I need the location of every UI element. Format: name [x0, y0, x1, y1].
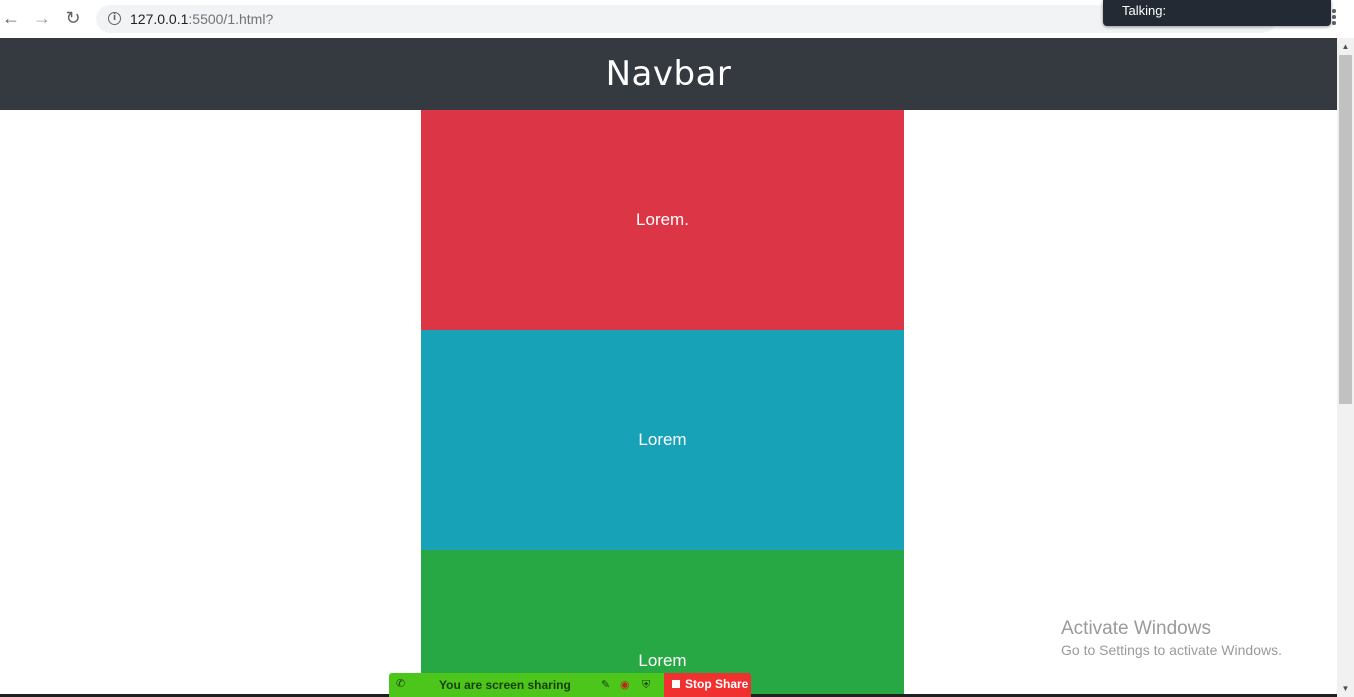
watermark-subtitle: Go to Settings to activate Windows.: [1061, 642, 1282, 658]
menu-icon[interactable]: [1332, 9, 1336, 29]
watermark-title: Activate Windows: [1061, 618, 1211, 639]
url-host: 127.0.0.1: [130, 11, 189, 27]
share-status-text: You are screen sharing: [439, 678, 571, 692]
url-text[interactable]: 127.0.0.1:5500/1.html?: [130, 11, 273, 27]
forward-icon[interactable]: →: [31, 7, 53, 29]
navbar: Navbar: [0, 38, 1337, 110]
scrollbar-thumb[interactable]: [1339, 55, 1352, 404]
stop-icon: [672, 680, 680, 688]
stop-share-button[interactable]: Stop Share: [664, 673, 751, 697]
navbar-title: Navbar: [605, 54, 732, 94]
red-block: Lorem.: [421, 110, 904, 330]
screen-share-bar: ✆ You are screen sharing ✎ ◉ ⛨ Stop Shar…: [389, 673, 751, 697]
url-path: :5500/1.html?: [188, 11, 274, 27]
shield-icon[interactable]: ⛨: [642, 678, 650, 692]
blue-block: Lorem: [421, 330, 904, 550]
record-icon[interactable]: ◉: [620, 678, 630, 692]
share-status-panel: ✆ You are screen sharing ✎ ◉ ⛨: [389, 673, 664, 697]
mic-icon[interactable]: ✎: [601, 678, 610, 692]
back-icon[interactable]: ←: [0, 7, 22, 29]
red-block-label: Lorem.: [636, 210, 689, 229]
reload-icon[interactable]: ↻: [62, 7, 84, 29]
scroll-down-icon[interactable]: ▼: [1337, 680, 1354, 697]
blue-block-label: Lorem: [638, 430, 687, 449]
talking-label: Talking:: [1122, 3, 1167, 18]
phone-icon[interactable]: ✆: [396, 677, 405, 690]
stop-share-label: Stop Share: [685, 677, 749, 691]
address-bar[interactable]: i 127.0.0.1:5500/1.html?: [96, 5, 1276, 33]
info-icon[interactable]: i: [108, 12, 121, 25]
activate-windows-watermark: Activate Windows Go to Settings to activ…: [1061, 618, 1282, 658]
talking-popup: Talking:: [1103, 0, 1331, 26]
vertical-scrollbar[interactable]: ▲ ▼: [1337, 38, 1354, 697]
scroll-up-icon[interactable]: ▲: [1337, 38, 1354, 55]
green-block-label: Lorem: [638, 651, 687, 670]
